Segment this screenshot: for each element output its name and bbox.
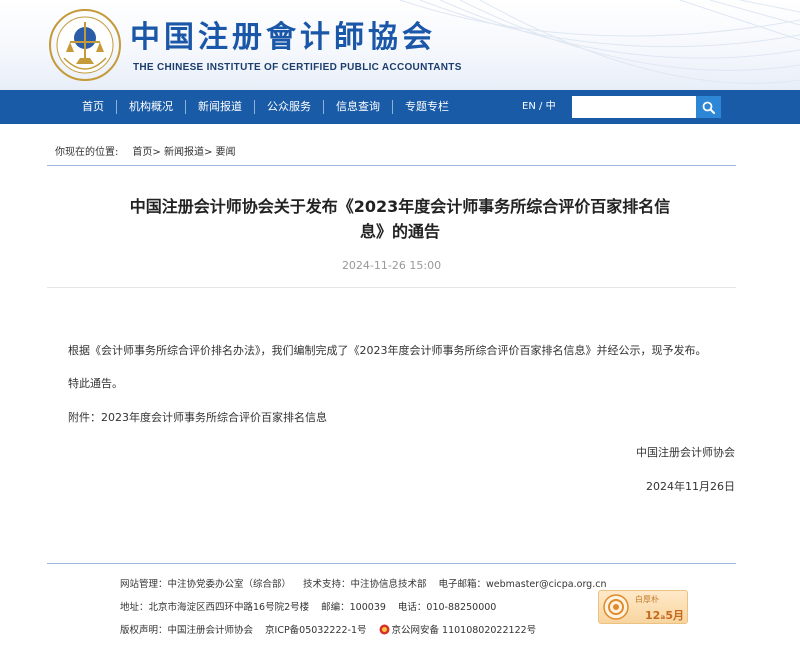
- footer-line-copyright: 版权声明：中国注册会计师协会 京ICP备05032222-1号 京公网安备 1101…: [120, 622, 536, 636]
- article-paragraph: 根据《会计师事务所综合评价排名办法》，我们编制完成了《2023年度会计师事务所综…: [68, 344, 707, 357]
- language-switch: EN / 中: [522, 90, 556, 124]
- nav-item-special-topics[interactable]: 专题专栏: [393, 90, 461, 124]
- breadcrumb-current[interactable]: 要闻: [216, 147, 236, 158]
- article-paragraph: 特此通告。: [68, 377, 123, 390]
- footer-icp-link[interactable]: 京ICP备05032222-1号: [265, 625, 367, 636]
- breadcrumb-label: 你现在的位置:: [55, 147, 119, 158]
- breadcrumb: 你现在的位置: 首页> 新闻报道> 要闻: [55, 143, 236, 158]
- site-header: 中国注册會计師協会 THE CHINESE INSTITUTE OF CERTI…: [0, 0, 800, 90]
- badge-text: 白厚朴: [635, 595, 659, 604]
- footer-phone: 电话：010-88250000: [397, 602, 497, 613]
- footer-police-link[interactable]: 京公网安备 11010802022122号: [392, 625, 537, 636]
- nav-item-info-query[interactable]: 信息查询: [324, 90, 392, 124]
- lang-cn-link[interactable]: 中: [546, 101, 556, 112]
- footer-site-admin: 网站管理：中注协党委办公室（综合部）: [120, 579, 292, 590]
- nav-items: 首页 机构概况 新闻报道 公众服务 信息查询 专题专栏: [70, 90, 461, 124]
- article-sign-date: 2024年11月26日: [646, 480, 735, 493]
- header-decoration: [399, 0, 800, 84]
- nav-item-about[interactable]: 机构概况: [117, 90, 185, 124]
- nav-item-public-service[interactable]: 公众服务: [255, 90, 323, 124]
- footer-divider: [47, 563, 736, 564]
- lang-separator: /: [539, 101, 543, 112]
- footer-badge[interactable]: 白厚朴 12ₐ5月: [598, 590, 688, 624]
- footer-copyright: 版权声明：中国注册会计师协会: [120, 625, 254, 636]
- search-button[interactable]: [696, 96, 721, 118]
- footer-tech-support: 技术支持：中注协信息技术部: [303, 579, 427, 590]
- footer-address: 地址：北京市海淀区西四环中路16号院2号楼: [120, 602, 310, 613]
- badge-emblem-icon: [603, 594, 629, 620]
- footer-postcode: 邮编：100039: [321, 602, 386, 613]
- search-icon: [702, 101, 715, 114]
- breadcrumb-home[interactable]: 首页>: [132, 147, 160, 158]
- site-title-cn: 中国注册會计師協会: [130, 20, 436, 55]
- divider: [47, 165, 736, 166]
- police-badge-icon: [379, 624, 390, 635]
- attachment-link[interactable]: 附件：2023年度会计师事务所综合评价百家排名信息: [68, 409, 327, 425]
- search-input[interactable]: [572, 96, 696, 118]
- article-title: 中国注册会计师协会关于发布《2023年度会计师事务所综合评价百家排名信息》的通告: [129, 197, 671, 241]
- divider: [47, 287, 736, 288]
- article-signer: 中国注册会计师协会: [636, 446, 735, 459]
- footer-email[interactable]: 电子邮箱：webmaster@cicpa.org.cn: [439, 579, 607, 590]
- breadcrumb-news[interactable]: 新闻报道>: [164, 147, 212, 158]
- lang-en-link[interactable]: EN: [522, 101, 536, 112]
- nav-item-news[interactable]: 新闻报道: [186, 90, 254, 124]
- badge-date: 12ₐ5月: [645, 609, 684, 622]
- footer-line-address: 地址：北京市海淀区西四环中路16号院2号楼 邮编：100039 电话：010-882…: [120, 599, 496, 613]
- cicpa-logo[interactable]: [48, 8, 122, 82]
- site-title-en: THE CHINESE INSTITUTE OF CERTIFIED PUBLI…: [133, 62, 462, 73]
- article-date: 2024-11-26 15:00: [341, 259, 442, 272]
- nav-item-home[interactable]: 首页: [70, 90, 116, 124]
- footer-line-admin: 网站管理：中注协党委办公室（综合部） 技术支持：中注协信息技术部 电子邮箱：webm…: [120, 576, 606, 590]
